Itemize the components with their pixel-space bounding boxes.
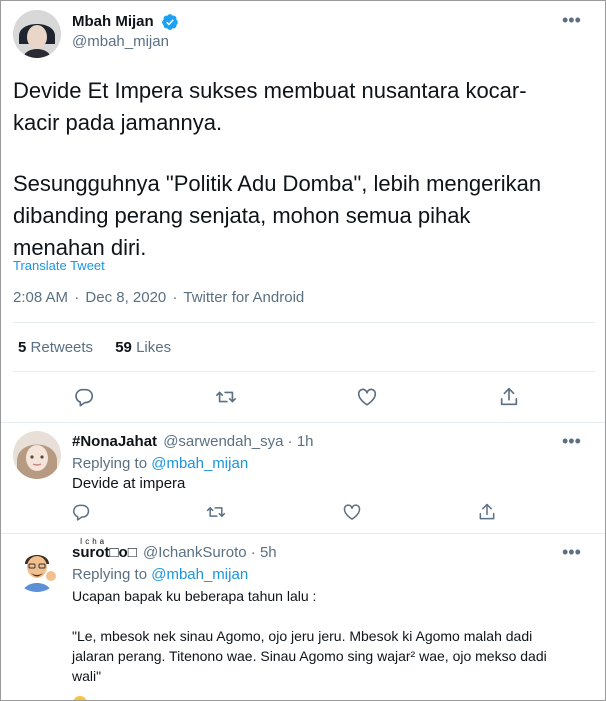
reply-author-handle[interactable]: @IchankSuroto [143, 544, 247, 561]
tweet-stats: 5 Retweets 59 Likes [18, 339, 171, 357]
verified-badge-icon [161, 13, 179, 31]
tweet-text-line: Sesungguhnya "Politik Adu Domba", lebih … [13, 171, 542, 196]
reply-header: Icha surot□o□ @IchankSuroto · 5h [72, 538, 277, 562]
retweet-icon[interactable] [215, 386, 237, 408]
divider [13, 322, 595, 323]
author-avatar[interactable] [13, 10, 61, 58]
reply-text-line: "Le, mbesok nek sinau Agomo, ojo jeru je… [72, 628, 533, 644]
replying-to-handle[interactable]: @mbah_mijan [151, 455, 248, 472]
replying-to-prefix: Replying to [72, 455, 148, 472]
reply-text-line: wali" [72, 668, 102, 684]
tweet-date[interactable]: Dec 8, 2020 [85, 289, 166, 306]
tweet-page: Mbah Mijan @mbah_mijan ••• Devide Et Imp… [0, 0, 606, 701]
reply-author-superscript: Icha [80, 537, 108, 546]
retweets-stat[interactable]: 5 Retweets [18, 339, 97, 356]
reply-time[interactable]: 1h [297, 433, 314, 450]
author-name[interactable]: Mbah Mijan [72, 13, 154, 31]
share-icon[interactable] [477, 502, 497, 522]
replying-to: Replying to @mbah_mijan [72, 455, 248, 473]
tweet-text-line: dibanding perang senjata, mohon semua pi… [13, 203, 471, 228]
meta-separator: · [250, 544, 256, 561]
retweets-label: Retweets [30, 339, 94, 356]
divider [13, 371, 595, 372]
divider [1, 422, 605, 423]
replying-to-handle[interactable]: @mbah_mijan [151, 566, 248, 583]
tweet-time[interactable]: 2:08 AM [13, 289, 68, 306]
reply-text-line: Ucapan bapak ku beberapa tahun lalu : [72, 588, 317, 604]
replying-to-prefix: Replying to [72, 566, 148, 583]
share-icon[interactable] [498, 386, 520, 408]
tweet-text-line: kacir pada jamannya. [13, 110, 223, 135]
retweet-icon[interactable] [206, 502, 226, 522]
reply-text: Devide at impera [72, 475, 186, 492]
author-handle[interactable]: @mbah_mijan [72, 33, 169, 51]
tweet-text-line: Devide Et Impera sukses membuat nusantar… [13, 78, 527, 103]
replying-to: Replying to @mbah_mijan [72, 566, 248, 584]
retweets-count: 5 [18, 339, 27, 356]
reply-author-name-block[interactable]: Icha surot□o□ [72, 538, 137, 562]
reply-icon[interactable] [71, 502, 91, 522]
likes-label: Likes [136, 339, 172, 356]
tweet-metadata: 2:08 AM · Dec 8, 2020 · Twitter for Andr… [13, 289, 304, 307]
reply-author-handle[interactable]: @sarwendah_sya [163, 433, 283, 450]
meta-separator: · [172, 289, 178, 306]
like-icon[interactable] [356, 386, 378, 408]
reply-header: #NonaJahat @sarwendah_sya · 1h [72, 433, 314, 451]
more-icon[interactable]: ••• [562, 11, 581, 29]
likes-stat[interactable]: 59 Likes [115, 339, 171, 356]
reply-author-name: surot□o□ [72, 544, 137, 561]
reply-text: Ucapan bapak ku beberapa tahun lalu : "L… [72, 586, 597, 686]
reply-time[interactable]: 5h [260, 544, 277, 561]
more-icon[interactable]: ••• [562, 543, 581, 561]
reply-author-name[interactable]: #NonaJahat [72, 433, 157, 450]
tweet-text: Devide Et Impera sukses membuat nusantar… [13, 75, 593, 264]
meta-separator: · [74, 289, 80, 306]
emoji-peek [73, 696, 87, 700]
divider [1, 533, 605, 534]
likes-count: 59 [115, 339, 132, 356]
reply-avatar[interactable] [13, 544, 61, 592]
reply-icon[interactable] [73, 386, 95, 408]
reply-avatar[interactable] [13, 431, 61, 479]
reply-text-line: jalaran perang. Titenono wae. Sinau Agom… [72, 648, 547, 664]
translate-tweet-link[interactable]: Translate Tweet [13, 258, 105, 274]
tweet-source[interactable]: Twitter for Android [183, 289, 304, 306]
like-icon[interactable] [342, 502, 362, 522]
meta-separator: · [287, 433, 293, 450]
more-icon[interactable]: ••• [562, 432, 581, 450]
